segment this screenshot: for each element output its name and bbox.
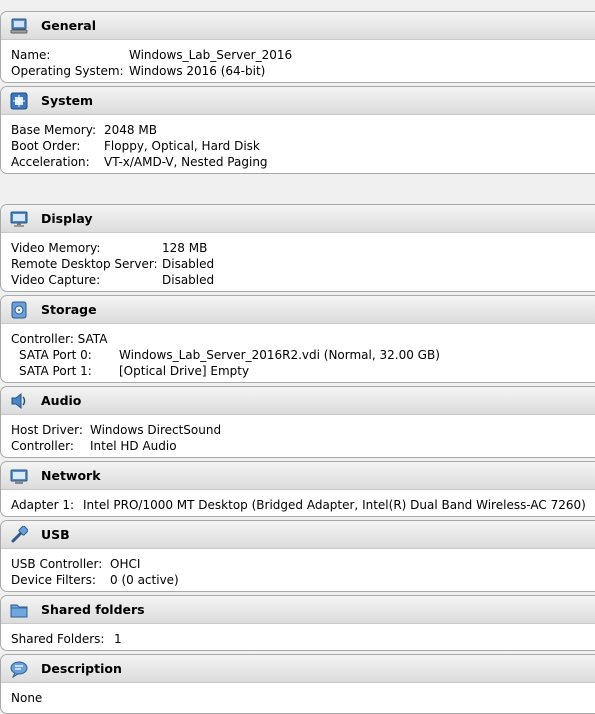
- network-header[interactable]: Network: [1, 462, 595, 490]
- description-icon: [10, 660, 28, 678]
- system-header[interactable]: System: [1, 87, 595, 115]
- storage-section: Storage Controller: SATA SATA Port 0: Wi…: [0, 295, 595, 383]
- description-header[interactable]: Description: [1, 655, 595, 683]
- usb-header[interactable]: USB: [1, 521, 595, 549]
- network-section: Network Adapter 1: Intel PRO/1000 MT Des…: [0, 461, 595, 517]
- display-capture-label: Video Capture:: [11, 273, 101, 287]
- display-header[interactable]: Display: [1, 205, 595, 233]
- system-section: System Base Memory: 2048 MB Boot Order: …: [0, 86, 595, 174]
- description-text: None: [11, 691, 43, 705]
- general-section: General Name: Windows_Lab_Server_2016 Op…: [0, 11, 595, 83]
- storage-controller: Controller: SATA: [11, 332, 108, 346]
- display-vram-label: Video Memory:: [11, 241, 101, 255]
- display-icon: [10, 210, 28, 228]
- system-boot-value: Floppy, Optical, Hard Disk: [104, 139, 260, 153]
- shared-folders-label: Shared Folders:: [11, 632, 105, 646]
- usb-section: USB USB Controller: OHCI Device Filters:…: [0, 520, 595, 592]
- system-accel-value: VT-x/AMD-V, Nested Paging: [104, 155, 268, 169]
- shared-folders-title: Shared folders: [41, 602, 145, 617]
- display-rds-value: Disabled: [162, 257, 215, 271]
- display-section: Display Video Memory: 128 MB Remote Desk…: [0, 204, 595, 292]
- general-os-label: Operating System:: [11, 64, 124, 78]
- network-icon: [10, 467, 28, 485]
- usb-controller-value: OHCI: [110, 557, 141, 571]
- shared-folders-value: 1: [114, 632, 122, 646]
- display-capture-value: Disabled: [162, 273, 215, 287]
- general-title: General: [41, 18, 96, 33]
- network-title: Network: [41, 468, 101, 483]
- general-name-value: Windows_Lab_Server_2016: [129, 48, 293, 62]
- system-memory-label: Base Memory:: [11, 123, 97, 137]
- audio-driver-value: Windows DirectSound: [90, 423, 222, 437]
- storage-icon: [10, 301, 28, 319]
- storage-title: Storage: [41, 302, 97, 317]
- general-header[interactable]: General: [1, 12, 595, 40]
- system-icon: [10, 92, 28, 110]
- audio-controller-value: Intel HD Audio: [90, 439, 177, 453]
- audio-icon: [10, 392, 28, 410]
- audio-section: Audio Host Driver: Windows DirectSound C…: [0, 386, 595, 458]
- usb-controller-label: USB Controller:: [11, 557, 103, 571]
- audio-header[interactable]: Audio: [1, 387, 595, 415]
- usb-filters-label: Device Filters:: [11, 573, 96, 587]
- system-title: System: [41, 93, 94, 108]
- audio-controller-label: Controller:: [11, 439, 74, 453]
- network-adapter-label: Adapter 1:: [11, 498, 75, 512]
- storage-port0-value: Windows_Lab_Server_2016R2.vdi (Normal, 3…: [119, 348, 440, 362]
- general-name-label: Name:: [11, 48, 51, 62]
- display-title: Display: [41, 211, 93, 226]
- usb-filters-value: 0 (0 active): [110, 573, 179, 587]
- usb-title: USB: [41, 527, 70, 542]
- system-accel-label: Acceleration:: [11, 155, 90, 169]
- storage-port1-label: SATA Port 1:: [19, 364, 92, 378]
- storage-header[interactable]: Storage: [1, 296, 595, 324]
- system-memory-value: 2048 MB: [104, 123, 157, 137]
- shared-folders-icon: [10, 601, 28, 619]
- shared-folders-header[interactable]: Shared folders: [1, 596, 595, 624]
- network-adapter-value: Intel PRO/1000 MT Desktop (Bridged Adapt…: [83, 498, 586, 512]
- display-rds-label: Remote Desktop Server:: [11, 257, 158, 271]
- system-boot-label: Boot Order:: [11, 139, 81, 153]
- shared-folders-section: Shared folders Shared Folders: 1: [0, 595, 595, 651]
- general-os-value: Windows 2016 (64-bit): [129, 64, 266, 78]
- audio-title: Audio: [41, 393, 82, 408]
- audio-driver-label: Host Driver:: [11, 423, 83, 437]
- description-section: Description None: [0, 654, 595, 714]
- storage-port0-label: SATA Port 0:: [19, 348, 92, 362]
- storage-port1-value: [Optical Drive] Empty: [119, 364, 250, 378]
- general-icon: [10, 17, 28, 35]
- display-vram-value: 128 MB: [162, 241, 208, 255]
- usb-icon: [10, 526, 28, 544]
- description-title: Description: [41, 661, 122, 676]
